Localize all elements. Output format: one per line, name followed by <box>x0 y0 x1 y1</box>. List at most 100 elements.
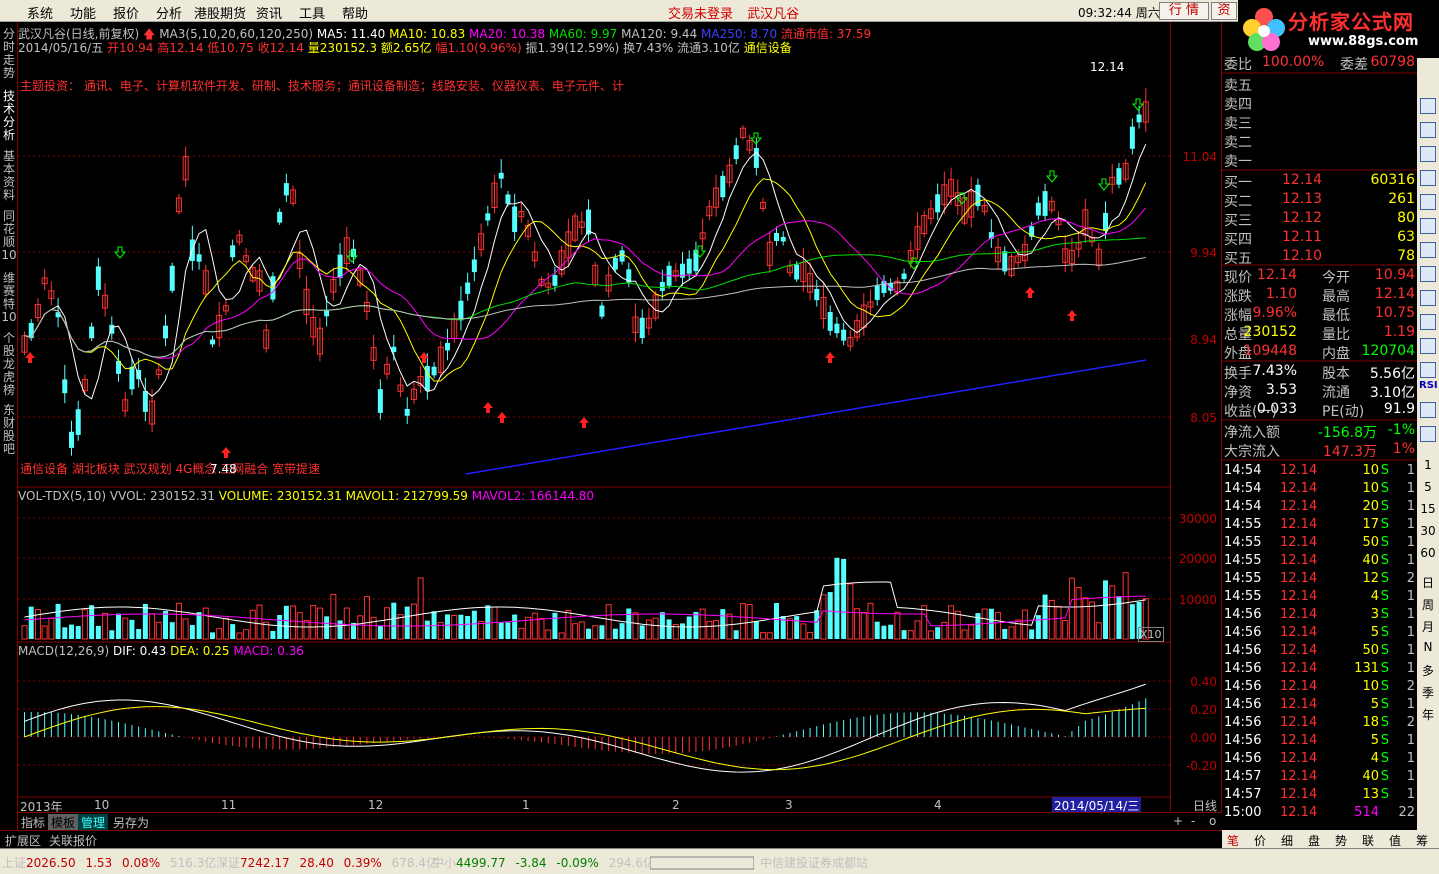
qp-tab-trend[interactable]: 势 <box>1335 832 1347 849</box>
volume-bar-up <box>800 623 807 640</box>
zx-index[interactable]: 中小4499.77 -3.84 -0.09% 294.6亿 <box>432 854 655 871</box>
zoom-out-button[interactable]: - <box>1188 814 1198 828</box>
tick-count: 1 <box>1406 769 1415 784</box>
low-value: 低10.75 <box>207 41 254 55</box>
qp-tab-book[interactable]: 盘 <box>1308 832 1320 849</box>
tick-count: 1 <box>1406 589 1415 604</box>
tick-price: 12.14 <box>1280 769 1318 784</box>
tab-extension[interactable]: 扩展区 <box>2 832 44 849</box>
toolbar-icon-3[interactable] <box>1420 146 1436 162</box>
tick-time: 15:00 <box>1224 805 1262 820</box>
qp-tab-link[interactable]: 联 <box>1362 832 1374 849</box>
volume-bar-up <box>860 611 867 640</box>
volume-bar-up <box>182 618 189 640</box>
period-5min[interactable]: 5 <box>1419 480 1437 494</box>
volume-bar-up <box>451 614 458 640</box>
period-month[interactable]: 月 <box>1419 618 1437 635</box>
toolbar-icon-8[interactable] <box>1420 266 1436 282</box>
period-n[interactable]: N <box>1419 640 1437 654</box>
toolbar-icon-5[interactable] <box>1420 194 1436 210</box>
period-multi[interactable]: 多 <box>1419 662 1437 679</box>
tab-indicator[interactable]: 指标 <box>18 814 48 831</box>
tick-side: S <box>1380 535 1389 550</box>
left-tab-wst10[interactable]: 维赛特10 <box>1 272 17 328</box>
menu-quote[interactable]: 报价 <box>113 3 139 22</box>
quote-button[interactable]: 行 情 <box>1159 2 1209 20</box>
qp-tab-value[interactable]: 值 <box>1389 832 1401 849</box>
sz-index[interactable]: 深证7242.17 28.40 0.39% 678.4亿 <box>216 854 438 871</box>
left-tab-ths10[interactable]: 同花顺10 <box>1 210 17 266</box>
qp-tab-chips[interactable]: 筹 <box>1416 832 1428 849</box>
menu-news[interactable]: 资讯 <box>256 3 282 22</box>
kline-chart-svg[interactable] <box>18 22 1170 812</box>
toolbar-icon-1[interactable] <box>1420 98 1436 114</box>
buy-volume: 63 <box>1397 229 1415 245</box>
tick-time: 14:57 <box>1224 769 1262 784</box>
sell-row: 卖三 <box>1222 112 1417 132</box>
left-tab-technical[interactable]: 技术分析 <box>1 90 17 142</box>
qp-tab-detail[interactable]: 细 <box>1281 832 1293 849</box>
buy-price: 12.13 <box>1282 191 1323 207</box>
candle-body-down <box>693 249 699 272</box>
candle-body-down <box>505 194 511 204</box>
menu-system[interactable]: 系统 <box>27 3 53 22</box>
vol-indicator-name: VOL-TDX(5,10) <box>18 489 107 503</box>
menu-help[interactable]: 帮助 <box>342 3 368 22</box>
kline-chart-area[interactable]: 武汉凡谷(日线,前复权) 🡅 MA3(5,10,20,60,120,250) M… <box>18 22 1170 814</box>
period-year[interactable]: 年 <box>1419 706 1437 723</box>
tab-template[interactable]: 模板 <box>48 814 79 831</box>
sector-name[interactable]: 通信设备 <box>744 41 792 55</box>
period-30min[interactable]: 30 <box>1419 524 1437 538</box>
toolbar-icon-10[interactable] <box>1420 314 1436 330</box>
qp-tab-trades[interactable]: 笔 <box>1227 832 1239 849</box>
toolbar-icon-13[interactable] <box>1420 402 1436 418</box>
toolbar-icon-7[interactable] <box>1420 242 1436 258</box>
toolbar-icon-14[interactable] <box>1420 426 1436 442</box>
rsi-button[interactable]: RSI <box>1419 380 1438 391</box>
volume-bar-down <box>471 610 477 639</box>
toolbar-icon-9[interactable] <box>1420 290 1436 306</box>
toolbar-icon-6[interactable] <box>1420 218 1436 234</box>
volume-bar-down <box>129 619 135 639</box>
macd-header: MACD(12,26,9) DIF: 0.43 DEA: 0.25 MACD: … <box>18 644 304 658</box>
period-week[interactable]: 周 <box>1419 596 1437 613</box>
zoom-in-button[interactable]: + <box>1170 814 1186 828</box>
tab-related-quote[interactable]: 关联报价 <box>46 832 100 849</box>
menu-tools[interactable]: 工具 <box>299 3 325 22</box>
period-60min[interactable]: 60 <box>1419 546 1437 560</box>
menu-function[interactable]: 功能 <box>70 3 96 22</box>
stat-label-2: 今开 <box>1322 270 1350 286</box>
menu-analysis[interactable]: 分析 <box>156 3 182 22</box>
toolbar-icon-11[interactable] <box>1420 338 1436 354</box>
tab-save-as[interactable]: 另存为 <box>110 814 152 831</box>
tick-row: 14:54 12.14 10 S 1 <box>1222 480 1417 499</box>
toolbar-icon-2[interactable] <box>1420 122 1436 138</box>
sh-index[interactable]: 上证2026.50 1.53 0.08% 516.3亿 <box>2 854 216 871</box>
left-tab-fundamentals[interactable]: 基本资料 <box>1 150 17 202</box>
volume-bar-up <box>122 617 129 640</box>
tick-volume: 40 <box>1362 553 1379 568</box>
left-tab-timeshare[interactable]: 分时走势 <box>1 28 17 80</box>
trade-login-status[interactable]: 交易未登录 <box>668 7 733 22</box>
candle-body-down <box>874 285 880 300</box>
period-1min[interactable]: 1 <box>1419 458 1437 472</box>
tab-manage[interactable]: 管理 <box>78 814 109 831</box>
candle-body-down <box>458 300 464 321</box>
concept-tags[interactable]: 通信设备 湖北板块 武汉规划 4G概念 三网融合 宽带提速 <box>20 460 320 477</box>
qp-tab-price[interactable]: 价 <box>1254 832 1266 849</box>
menu-hk-futures[interactable]: 港股期货 <box>194 3 246 22</box>
left-tab-guba[interactable]: 东财股吧 <box>1 404 17 460</box>
toolbar-icon-12[interactable] <box>1420 362 1436 378</box>
volume-bar-down <box>874 621 880 639</box>
info-button[interactable]: 资 <box>1211 2 1237 20</box>
reset-zoom-button[interactable]: o <box>1206 814 1219 828</box>
left-tab-dragon-tiger[interactable]: 个股龙虎榜 <box>1 332 17 404</box>
candle-body-down <box>1042 191 1048 216</box>
stat-label: 涨跌 <box>1224 289 1252 305</box>
period-day[interactable]: 日 <box>1419 574 1437 591</box>
period-quarter[interactable]: 季 <box>1419 684 1437 701</box>
stat-value-2: 120704 <box>1361 343 1415 359</box>
candle-body-down <box>283 183 289 196</box>
period-15min[interactable]: 15 <box>1419 502 1437 516</box>
toolbar-icon-4[interactable] <box>1420 170 1436 186</box>
